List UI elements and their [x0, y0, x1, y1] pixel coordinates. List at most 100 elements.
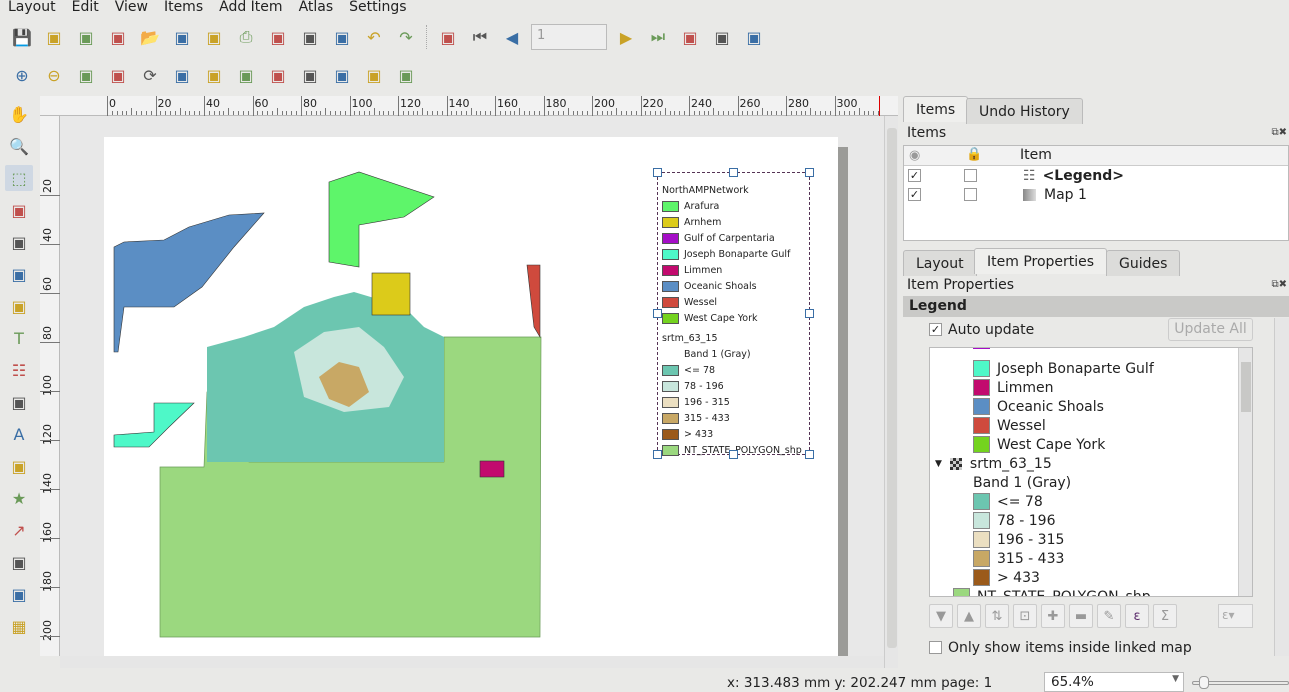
undo-icon[interactable]: ↶ [361, 24, 387, 50]
tab-items[interactable]: Items [903, 96, 969, 122]
menu-atlas[interactable]: Atlas [291, 0, 342, 17]
tree-raster-layer[interactable]: ▼ srtm_63_15 [935, 454, 1052, 473]
zoom-in-icon[interactable]: ⊕ [9, 62, 35, 88]
item-row-map[interactable]: ✓ Map 1 [908, 185, 1087, 204]
layout-page[interactable]: NorthAMPNetwork Arafura Arnhem Gulf of Car… [104, 137, 838, 656]
menu-layout[interactable]: Layout [0, 0, 64, 17]
tree-band[interactable]: Band 1 (Gray) [973, 473, 1071, 492]
tree-item[interactable]: > 433 [973, 568, 1040, 587]
atlas-settings-icon[interactable]: ▣ [741, 24, 767, 50]
add-picture-icon[interactable]: ▣ [5, 293, 33, 319]
lock-checkbox[interactable] [964, 169, 977, 182]
resize-handle[interactable] [653, 168, 662, 177]
add-shape-icon[interactable]: ▣ [5, 453, 33, 479]
add-label-icon[interactable]: T [5, 325, 33, 351]
tree-item[interactable]: 78 - 196 [973, 511, 1056, 530]
export-image-icon[interactable]: ▣ [265, 24, 291, 50]
menu-edit[interactable]: Edit [64, 0, 107, 17]
tab-guides[interactable]: Guides [1106, 250, 1181, 276]
open-template-icon[interactable]: 📂 [137, 24, 163, 50]
last-feature-icon[interactable]: ⏭ [645, 24, 671, 50]
menu-settings[interactable]: Settings [341, 0, 414, 17]
lock-items-icon[interactable]: ▣ [169, 62, 195, 88]
select-icon[interactable]: ⬚ [5, 165, 33, 191]
collapse-arrow-icon[interactable]: ▼ [935, 459, 942, 469]
menu-view[interactable]: View [107, 0, 156, 17]
edit-nodes-icon[interactable]: ▣ [5, 229, 33, 255]
edit-item-icon[interactable]: ✎ [1097, 604, 1121, 628]
count-button[interactable]: Σ [1153, 604, 1177, 628]
resize-handle[interactable] [805, 450, 814, 459]
resize-handle[interactable] [805, 309, 814, 318]
save-icon[interactable]: 💾 [9, 24, 35, 50]
filter-expression-button[interactable]: ε▾ [1218, 604, 1253, 628]
canvas-horizontal-scrollbar[interactable] [60, 656, 884, 668]
export-svg-icon[interactable]: ▣ [297, 24, 323, 50]
add-scalebar-icon[interactable]: ▣ [5, 389, 33, 415]
legend-items-tree[interactable]: Joseph Bonaparte Gulf Limmen Oceanic Shoal… [929, 347, 1253, 597]
duplicate-layout-icon[interactable]: ▣ [73, 24, 99, 50]
unlock-items-icon[interactable]: ▣ [201, 62, 227, 88]
move-down-icon[interactable]: ▼ [929, 604, 953, 628]
ungroup-icon[interactable]: ▣ [265, 62, 291, 88]
resize-handle[interactable] [805, 168, 814, 177]
resize-handle[interactable] [653, 450, 662, 459]
zoom-slider[interactable] [1192, 676, 1289, 689]
auto-update-checkbox[interactable]: ✓ Auto update [929, 320, 1034, 339]
resize-icon[interactable]: ▣ [393, 62, 419, 88]
panel-float-close-icon[interactable]: ⧉✖ [1271, 127, 1287, 138]
zoom-combobox[interactable]: 65.4% ▼ [1044, 672, 1184, 692]
tree-item[interactable]: 315 - 433 [973, 549, 1064, 568]
resize-handle[interactable] [729, 168, 738, 177]
group-icon[interactable]: ▣ [233, 62, 259, 88]
add-polyline-icon[interactable]: ▣ [5, 549, 33, 575]
save-template-icon[interactable]: ▣ [169, 24, 195, 50]
panel-float-close-icon[interactable]: ⧉✖ [1271, 279, 1287, 290]
print-icon[interactable]: ⎙ [233, 24, 259, 50]
menu-items[interactable]: Items [156, 0, 211, 17]
refresh-icon[interactable]: ⟳ [137, 62, 163, 88]
first-feature-icon[interactable]: ⏮ [467, 24, 493, 50]
add-html-icon[interactable]: ▣ [5, 581, 33, 607]
raise-icon[interactable]: ▣ [297, 62, 323, 88]
add-item-icon[interactable]: ✚ [1041, 604, 1065, 628]
tree-scrollbar[interactable] [1238, 348, 1252, 596]
tree-item[interactable]: Joseph Bonaparte Gulf [973, 359, 1154, 378]
add-map-icon[interactable]: ▣ [5, 261, 33, 287]
add-group-icon[interactable]: ⊡ [1013, 604, 1037, 628]
lock-checkbox[interactable] [964, 188, 977, 201]
properties-scrollbar[interactable] [1274, 318, 1289, 656]
next-feature-icon[interactable]: ▶ [613, 24, 639, 50]
tree-item[interactable]: NT_STATE_POLYGON_shp [953, 587, 1151, 596]
only-show-linked-checkbox[interactable]: Only show items inside linked map [929, 638, 1192, 657]
tree-item[interactable]: West Cape York [973, 435, 1105, 454]
add-arrow-icon[interactable]: ↗ [5, 517, 33, 543]
zoom-100-icon[interactable]: ▣ [73, 62, 99, 88]
add-table-icon[interactable]: ▦ [5, 613, 33, 639]
layout-manager-icon[interactable]: ▣ [105, 24, 131, 50]
resize-handle[interactable] [729, 450, 738, 459]
tree-item[interactable]: Oceanic Shoals [973, 397, 1104, 416]
expression-button[interactable]: ε [1125, 604, 1149, 628]
tree-item[interactable]: 196 - 315 [973, 530, 1064, 549]
redo-icon[interactable]: ↷ [393, 24, 419, 50]
canvas-vertical-scrollbar[interactable] [884, 116, 898, 668]
new-layout-icon[interactable]: ▣ [41, 24, 67, 50]
add-marker-icon[interactable]: ★ [5, 485, 33, 511]
layout-canvas[interactable]: NorthAMPNetwork Arafura Arnhem Gulf of Car… [60, 116, 884, 656]
visible-checkbox[interactable]: ✓ [908, 169, 921, 182]
resize-handle[interactable] [653, 309, 662, 318]
tab-layout[interactable]: Layout [903, 250, 977, 276]
item-row-legend[interactable]: ✓ ☷ <Legend> [908, 166, 1124, 185]
zoom-full-icon[interactable]: ▣ [105, 62, 131, 88]
update-all-button[interactable]: Update All [1168, 318, 1253, 341]
move-content-icon[interactable]: ▣ [5, 197, 33, 223]
remove-item-icon[interactable]: ▬ [1069, 604, 1093, 628]
tree-item[interactable]: <= 78 [973, 492, 1043, 511]
move-up-icon[interactable]: ▲ [957, 604, 981, 628]
align-icon[interactable]: ▣ [329, 62, 355, 88]
legend-item[interactable]: NorthAMPNetwork Arafura Arnhem Gulf of Car… [653, 168, 814, 459]
items-list[interactable]: ◉ 🔒 Item ✓ ☷ <Legend> ✓ Map 1 [903, 145, 1289, 241]
distribute-icon[interactable]: ▣ [361, 62, 387, 88]
tree-item[interactable]: Limmen [973, 378, 1053, 397]
